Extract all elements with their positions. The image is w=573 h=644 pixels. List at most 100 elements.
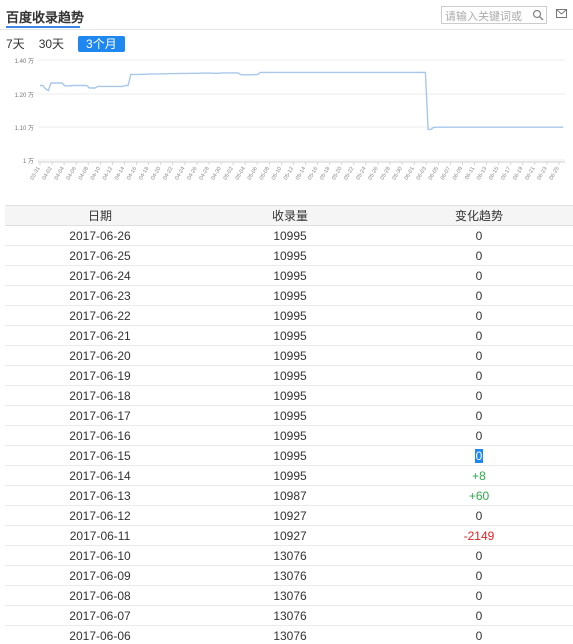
- change-cell: 0: [385, 285, 573, 306]
- x-tick-label: 04-24: [174, 166, 186, 181]
- tab-30-days[interactable]: 30天: [39, 36, 64, 52]
- change-cell-value: 0: [475, 588, 483, 603]
- count-cell-value: 13076: [273, 588, 307, 603]
- x-tick-label: 05-04: [235, 166, 247, 181]
- date-cell: 2017-06-08: [5, 585, 195, 606]
- table-row: 2017-06-13 10987 +60: [5, 485, 573, 506]
- x-tick-label: 06-25: [548, 166, 560, 181]
- change-cell-value: 0: [475, 548, 483, 563]
- search-box[interactable]: [441, 6, 547, 25]
- column-header-change[interactable]: 变化趋势: [385, 205, 573, 226]
- change-cell-value: 0: [474, 448, 484, 463]
- x-tick-label: 04-10: [90, 166, 102, 181]
- change-cell: 0: [385, 345, 573, 366]
- table-row: 2017-06-17 10995 0: [5, 405, 573, 426]
- x-tick-label: 06-17: [500, 166, 512, 181]
- count-cell-value: 10927: [273, 528, 307, 543]
- date-cell-value: 2017-06-10: [69, 548, 131, 563]
- table-row: 2017-06-16 10995 0: [5, 425, 573, 446]
- change-cell-value: 0: [475, 348, 483, 363]
- x-tick-label: 03-31: [29, 166, 41, 181]
- index-table: 日期 收录量 变化趋势 2017-06-26 10995 0 2017-06-25 10…: [5, 205, 573, 644]
- date-cell: 2017-06-22: [5, 305, 195, 326]
- x-tick-label: 04-12: [102, 166, 114, 181]
- x-tick-label: 05-16: [307, 166, 319, 181]
- table-row: 2017-06-14 10995 +8: [5, 465, 573, 486]
- search-icon[interactable]: [532, 9, 544, 21]
- date-cell: 2017-06-23: [5, 285, 195, 306]
- table-row: 2017-06-18 10995 0: [5, 385, 573, 406]
- change-cell: 0: [385, 605, 573, 626]
- x-tick-label: 05-20: [331, 166, 343, 181]
- count-cell-value: 10995: [273, 428, 307, 443]
- change-cell: 0: [385, 225, 573, 246]
- x-tick-label: 06-15: [488, 166, 500, 181]
- count-cell: 13076: [195, 545, 385, 566]
- count-cell-value: 10995: [273, 308, 307, 323]
- change-cell: 0: [385, 505, 573, 526]
- tab-7-days[interactable]: 7天: [6, 36, 25, 52]
- date-cell: 2017-06-13: [5, 485, 195, 506]
- change-cell: +60: [385, 485, 573, 506]
- table-row: 2017-06-24 10995 0: [5, 265, 573, 286]
- x-tick-label: 04-06: [66, 166, 78, 181]
- count-cell-value: 10995: [273, 368, 307, 383]
- date-cell-value: 2017-06-26: [69, 228, 131, 243]
- change-cell: -2149: [385, 525, 573, 546]
- count-cell: 10995: [195, 325, 385, 346]
- date-cell-value: 2017-06-17: [69, 408, 131, 423]
- change-cell-value: 0: [475, 568, 483, 583]
- x-tick-label: 06-09: [452, 166, 464, 181]
- count-cell: 10995: [195, 245, 385, 266]
- count-cell: 10995: [195, 285, 385, 306]
- change-cell: 0: [385, 305, 573, 326]
- y-tick-label: 1.20 万: [15, 92, 34, 99]
- x-tick-label: 05-08: [259, 166, 271, 181]
- count-cell: 10927: [195, 505, 385, 526]
- x-tick-label: 05-12: [283, 166, 295, 181]
- change-cell: 0: [385, 585, 573, 606]
- x-tick-label: 04-28: [198, 166, 210, 181]
- table-row: 2017-06-20 10995 0: [5, 345, 573, 366]
- series-line: [40, 71, 563, 131]
- date-cell: 2017-06-15: [5, 445, 195, 466]
- count-cell-value: 10995: [273, 448, 307, 463]
- x-tick-label: 06-13: [476, 166, 488, 181]
- mail-icon[interactable]: [556, 9, 567, 18]
- date-cell-value: 2017-06-19: [69, 368, 131, 383]
- change-cell-value: 0: [475, 248, 483, 263]
- x-tick-label: 06-21: [524, 166, 536, 181]
- change-cell: 0: [385, 425, 573, 446]
- search-input[interactable]: [442, 9, 530, 25]
- change-cell-value: 0: [475, 508, 483, 523]
- date-cell-value: 2017-06-21: [69, 328, 131, 343]
- range-tabs: 7天 30天 3个月: [6, 36, 139, 52]
- table-row: 2017-06-07 13076 0: [5, 605, 573, 626]
- change-cell: 0: [385, 365, 573, 386]
- page-header: 百度收录趋势: [0, 0, 573, 30]
- x-tick-label: 04-16: [126, 166, 138, 181]
- count-cell-value: 13076: [273, 568, 307, 583]
- table-row: 2017-06-19 10995 0: [5, 365, 573, 386]
- x-tick-label: 05-26: [367, 166, 379, 181]
- change-cell-value: 0: [475, 408, 483, 423]
- x-tick-label: 05-06: [247, 166, 259, 181]
- date-cell-value: 2017-06-24: [69, 268, 131, 283]
- column-header-date[interactable]: 日期: [5, 205, 195, 226]
- column-header-count[interactable]: 收录量: [195, 205, 385, 226]
- tab-3-months[interactable]: 3个月: [78, 36, 125, 52]
- count-cell-value: 13076: [273, 548, 307, 563]
- y-tick-label: 1.40 万: [15, 58, 34, 65]
- x-tick-label: 06-23: [536, 166, 548, 181]
- x-tick-label: 04-30: [211, 166, 223, 181]
- table-row: 2017-06-06 13076 0: [5, 625, 573, 644]
- change-cell-value: 0: [475, 628, 483, 643]
- count-cell: 13076: [195, 585, 385, 606]
- table-row: 2017-06-26 10995 0: [5, 225, 573, 246]
- date-cell-value: 2017-06-25: [69, 248, 131, 263]
- change-cell-value: +60: [468, 488, 490, 503]
- date-cell-value: 2017-06-11: [69, 528, 131, 543]
- x-tick-label: 05-24: [355, 166, 367, 181]
- date-cell: 2017-06-24: [5, 265, 195, 286]
- change-cell: 0: [385, 405, 573, 426]
